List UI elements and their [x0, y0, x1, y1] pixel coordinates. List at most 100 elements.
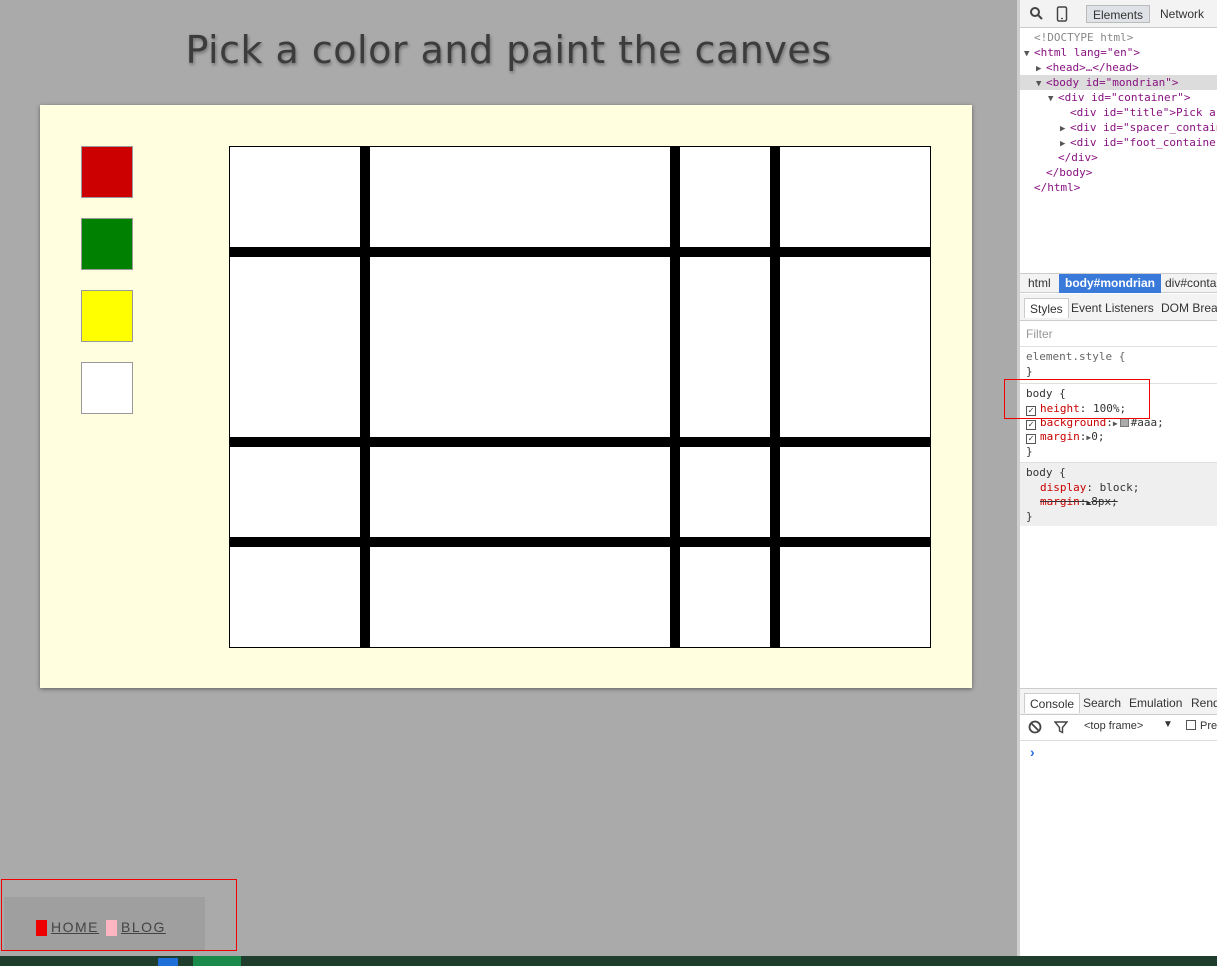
dom-tag: <div id="foot_container — [1070, 136, 1217, 149]
checkbox[interactable]: ✓ — [1026, 420, 1036, 430]
canvas-cell[interactable] — [230, 447, 360, 537]
checkbox[interactable]: ✓ — [1026, 434, 1036, 444]
breadcrumb-body[interactable]: body#mondrian — [1059, 274, 1162, 293]
dom-node[interactable]: </body> — [1020, 165, 1217, 180]
dom-tag: <div id="title">Pick a — [1070, 106, 1216, 119]
page-viewport: Pick a color and paint the canves HOME B… — [0, 0, 1017, 956]
css-property[interactable]: margin — [1040, 430, 1080, 443]
css-property[interactable]: height — [1040, 402, 1080, 415]
tab-rendering[interactable]: Rend — [1186, 693, 1217, 713]
dom-node[interactable]: ▶ <head>…</head> — [1020, 60, 1217, 75]
canvas-cell[interactable] — [780, 547, 930, 647]
canvas-cell[interactable] — [230, 547, 360, 647]
dom-node-selected[interactable]: ▼ <body id="mondrian"> — [1020, 75, 1217, 90]
css-value[interactable]: 100%; — [1093, 402, 1126, 415]
canvas-cell[interactable] — [370, 257, 670, 437]
dom-node[interactable]: <!DOCTYPE html> — [1020, 30, 1217, 45]
filter-funnel-icon[interactable] — [1053, 720, 1069, 737]
swatch-green[interactable] — [81, 218, 133, 270]
breadcrumb-div[interactable]: div#conta — [1159, 274, 1217, 293]
rule-element-style: element.style { } — [1020, 346, 1217, 382]
checkbox[interactable]: ✓ — [1026, 406, 1036, 416]
expand-triangle-icon[interactable]: ▶ — [1113, 419, 1118, 428]
tab-event-listeners[interactable]: Event Listeners — [1066, 298, 1159, 318]
css-declaration-margin-overridden: margin:▶8px; — [1040, 495, 1118, 508]
css-property: display — [1040, 481, 1087, 494]
dom-tree: <!DOCTYPE html> ▼ <html lang="en"> ▶ <head… — [1020, 28, 1217, 272]
search-icon[interactable] — [1028, 6, 1044, 22]
dom-node[interactable]: <div id="title">Pick a — [1020, 105, 1217, 120]
grid-bar-horizontal — [230, 537, 930, 547]
rule-body-author: body { ✓ height: 100%; ✓ background:▶ #aaa;… — [1020, 383, 1217, 461]
canvas-cell[interactable] — [680, 147, 770, 247]
swatch-white[interactable] — [81, 362, 133, 414]
canvas-cell[interactable] — [230, 257, 360, 437]
grid-bar-vertical — [360, 147, 370, 647]
console-prompt[interactable]: › — [1030, 744, 1035, 760]
css-declaration-display: display: block; — [1040, 481, 1140, 494]
swatch-yellow[interactable] — [81, 290, 133, 342]
blog-marker — [106, 920, 117, 936]
tab-styles[interactable]: Styles — [1024, 298, 1069, 318]
tab-console[interactable]: Console — [1024, 693, 1081, 713]
clear-console-icon[interactable] — [1028, 720, 1042, 737]
dom-node[interactable]: ▼ <div id="container"> — [1020, 90, 1217, 105]
tab-search[interactable]: Search — [1078, 693, 1126, 713]
rule-body-user-agent: body { display: block; margin:▶8px; } — [1020, 462, 1217, 526]
footer-nav: HOME BLOG — [4, 897, 205, 951]
css-value[interactable]: 0; — [1091, 430, 1104, 443]
checkbox[interactable] — [1186, 720, 1196, 730]
preserve-log-label: Pre — [1200, 720, 1217, 732]
tab-dom-breakpoints[interactable]: DOM Breal — [1156, 298, 1217, 318]
blog-link[interactable]: BLOG — [121, 919, 166, 935]
taskbar-app-icon[interactable] — [193, 956, 241, 966]
css-value[interactable]: #aaa; — [1131, 416, 1164, 429]
color-swatch-icon[interactable] — [1119, 418, 1129, 427]
taskbar-app-icon[interactable] — [158, 958, 178, 966]
preserve-log-option[interactable]: Pre — [1186, 720, 1217, 732]
canvas-cell[interactable] — [680, 257, 770, 437]
dom-node[interactable]: </div> — [1020, 150, 1217, 165]
rule-selector: element.style { — [1026, 350, 1126, 363]
canvas-cell[interactable] — [370, 147, 670, 247]
mondrian-canvas — [229, 146, 931, 648]
canvas-cell[interactable] — [370, 447, 670, 537]
grid-bar-horizontal — [230, 247, 930, 257]
paint-board — [40, 105, 972, 688]
canvas-cell[interactable] — [780, 147, 930, 247]
grid-bar-vertical — [670, 147, 680, 647]
frame-selector[interactable]: <top frame> — [1084, 720, 1143, 732]
breadcrumb-html[interactable]: html — [1022, 274, 1057, 293]
mobile-device-icon[interactable] — [1054, 6, 1070, 22]
drawer-tabbar: Console Search Emulation Rend — [1020, 688, 1217, 715]
canvas-cell[interactable] — [680, 447, 770, 537]
styles-tabbar: Styles Event Listeners DOM Breal — [1020, 294, 1217, 321]
dom-node[interactable]: ▶ <div id="foot_container — [1020, 135, 1217, 150]
rule-close: } — [1026, 510, 1033, 523]
chevron-down-icon[interactable]: ▼ — [1163, 719, 1173, 730]
dom-node[interactable]: ▼ <html lang="en"> — [1020, 45, 1217, 60]
dom-tag: <div id="container"> — [1058, 91, 1191, 104]
grid-bar-vertical — [770, 147, 780, 647]
tab-elements[interactable]: Elements — [1086, 5, 1151, 23]
grid-bar-horizontal — [230, 437, 930, 447]
css-property[interactable]: background — [1040, 416, 1106, 429]
canvas-cell[interactable] — [370, 547, 670, 647]
canvas-cell[interactable] — [780, 447, 930, 537]
swatch-red[interactable] — [81, 146, 133, 198]
css-declaration-margin: ✓ margin:▶0; — [1026, 430, 1104, 444]
tab-emulation[interactable]: Emulation — [1124, 693, 1187, 713]
rule-selector: body { — [1026, 466, 1066, 479]
canvas-cell[interactable] — [680, 547, 770, 647]
dom-tag: </html> — [1034, 181, 1081, 194]
home-link[interactable]: HOME — [51, 919, 99, 935]
tab-network[interactable]: Network — [1154, 5, 1210, 23]
css-declaration-height: ✓ height: 100%; — [1026, 402, 1126, 416]
dom-tag: </div> — [1058, 151, 1098, 164]
dom-node[interactable]: ▶ <div id="spacer_contain — [1020, 120, 1217, 135]
css-property: margin — [1040, 495, 1080, 508]
styles-filter-input[interactable]: Filter — [1026, 327, 1053, 341]
dom-node[interactable]: </html> — [1020, 180, 1217, 195]
canvas-cell[interactable] — [780, 257, 930, 437]
canvas-cell[interactable] — [230, 147, 360, 247]
